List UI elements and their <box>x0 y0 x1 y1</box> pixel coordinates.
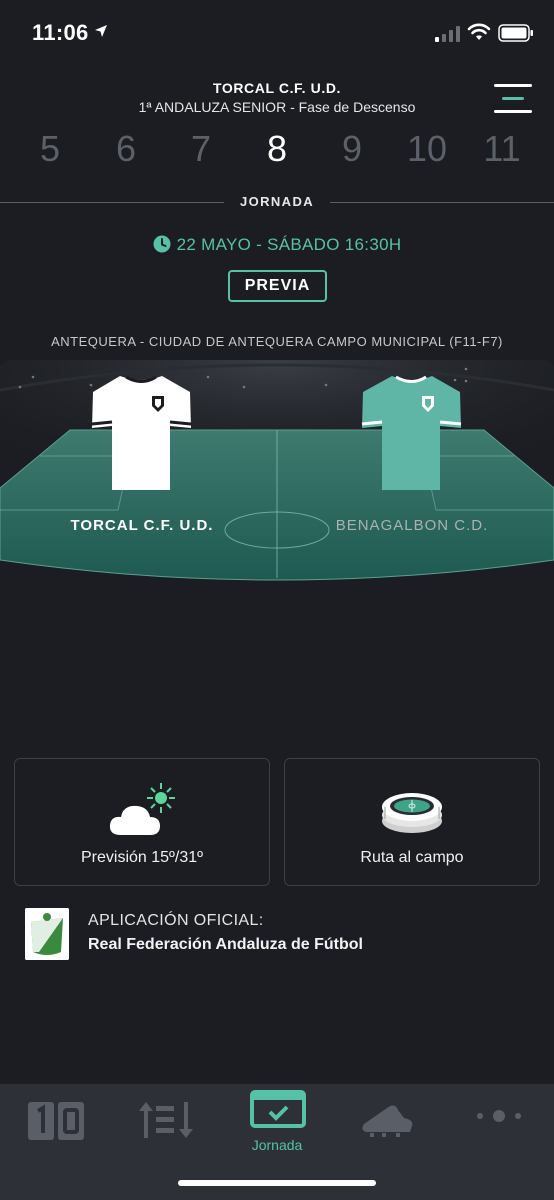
round-option-active[interactable]: 8 <box>247 128 307 170</box>
league-subtitle: 1ª ANDALUZA SENIOR - Fase de Descenso <box>138 99 416 115</box>
wifi-icon <box>467 23 491 40</box>
team-title: TORCAL C.F. U.D. <box>212 80 342 96</box>
round-option[interactable]: 10 <box>397 128 457 170</box>
weather-card[interactable]: Previsión 15º/31º <box>14 758 270 886</box>
federation-logo <box>25 908 69 960</box>
menu-icon <box>494 84 532 87</box>
scoreboard-icon <box>28 1102 84 1140</box>
weather-forecast-label: Previsión 15º/31º <box>81 849 203 866</box>
weather-sun-cloud-icon <box>109 783 175 835</box>
home-team-name: TORCAL C.F. U.D. <box>70 517 214 534</box>
round-option[interactable]: 6 <box>96 128 156 170</box>
tab-jornada-label: Jornada <box>251 1137 303 1153</box>
route-to-field-label: Ruta al campo <box>360 849 464 866</box>
cellular-signal-icon <box>435 26 460 42</box>
round-option[interactable]: 11 <box>472 128 532 170</box>
round-option[interactable]: 7 <box>171 128 231 170</box>
jornada-divider: JORNADA <box>0 194 554 212</box>
tab-standings[interactable] <box>110 1084 220 1164</box>
round-selector: 5 6 7 8 9 10 11 <box>0 128 554 176</box>
battery-icon <box>498 24 533 42</box>
route-card[interactable]: Ruta al campo <box>284 758 540 886</box>
match-status-badge[interactable]: PREVIA <box>228 270 327 302</box>
more-dots-icon <box>477 1110 521 1122</box>
official-app-label: APLICACIÓN OFICIAL: <box>88 912 264 929</box>
tab-more[interactable] <box>444 1084 554 1164</box>
match-venue: ANTEQUERA - CIUDAD DE ANTEQUERA CAMPO MU… <box>51 334 503 349</box>
clock-icon <box>153 235 171 253</box>
calendar-check-icon <box>250 1090 306 1128</box>
location-arrow-icon <box>95 25 107 37</box>
federation-name: Real Federación Andaluza de Fútbol <box>88 936 363 953</box>
round-option[interactable]: 9 <box>322 128 382 170</box>
round-option[interactable]: 5 <box>20 128 80 170</box>
match-date: 22 MAYO - SÁBADO 16:30H <box>0 235 554 255</box>
tab-scoreboard[interactable] <box>0 1084 110 1164</box>
status-bar: 11:06 <box>0 0 554 66</box>
tab-players[interactable] <box>332 1084 442 1164</box>
status-time: 11:06 <box>32 20 89 45</box>
match-date-text: 22 MAYO - SÁBADO 16:30H <box>176 235 402 254</box>
standings-sort-icon <box>139 1102 193 1138</box>
pitch-illustration <box>0 360 554 581</box>
football-boot-icon <box>362 1105 413 1137</box>
menu-button[interactable] <box>492 82 534 116</box>
away-team-name: BENAGALBON C.D. <box>335 517 489 534</box>
tab-jornada[interactable]: Jornada <box>222 1084 332 1164</box>
home-indicator[interactable] <box>178 1180 376 1186</box>
stadium-icon <box>382 793 442 833</box>
